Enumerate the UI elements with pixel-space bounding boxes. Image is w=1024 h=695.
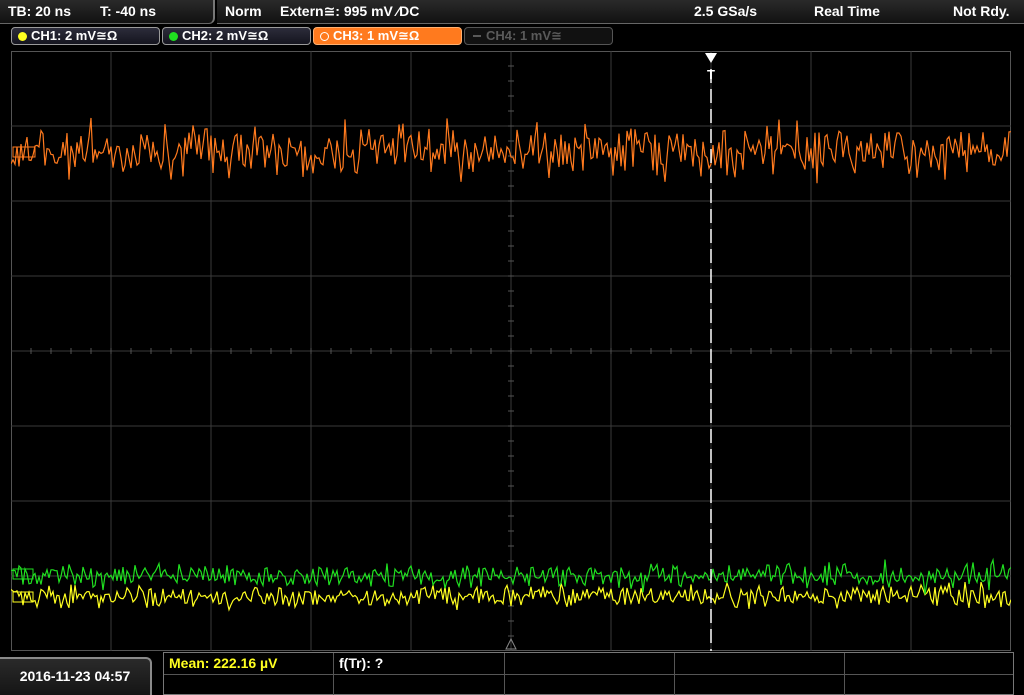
measurement-table[interactable]: Mean: 222.16 µV f(Tr): ? <box>163 652 1014 695</box>
trigger-status: Not Rdy. <box>953 3 1010 19</box>
trigger-marker-icon[interactable] <box>705 53 717 63</box>
sample-rate: 2.5 GSa/s <box>694 3 758 19</box>
ch3-dot-icon <box>320 32 329 41</box>
ch1-dot-icon <box>18 32 27 41</box>
ch2-label: CH2: 2 mV≅Ω <box>182 28 269 43</box>
tab-ch3[interactable]: CH3: 1 mV≅Ω <box>313 27 462 45</box>
ch4-label: CH4: 1 mV≅ <box>486 28 562 43</box>
measurement-slot-5[interactable] <box>845 653 1013 695</box>
trigger-source: Extern≅: 995 mV ⁄DC <box>280 3 420 19</box>
trigger-time-value: T: -40 ns <box>100 3 157 19</box>
ch4-off-icon <box>473 35 481 37</box>
measurement-freq[interactable]: f(Tr): ? <box>334 653 505 695</box>
tab-ch2[interactable]: CH2: 2 mV≅Ω <box>162 27 311 45</box>
waveform-layer: T <box>11 53 1011 651</box>
timebase-value: TB: 20 ns <box>8 3 72 19</box>
datetime-display: 2016-11-23 04:57 <box>0 657 152 695</box>
ch3-waveform <box>11 117 1011 184</box>
acquisition-mode: Real Time <box>814 3 880 19</box>
ch3-label: CH3: 1 mV≅Ω <box>333 28 420 43</box>
measurement-slot-3[interactable] <box>505 653 675 695</box>
status-bar: TB: 20 ns T: -40 ns Norm Extern≅: 995 mV… <box>0 0 1024 24</box>
trigger-t-icon: T <box>707 67 715 82</box>
ch2-dot-icon <box>169 32 178 41</box>
timebase-panel[interactable]: TB: 20 ns T: -40 ns <box>0 0 215 24</box>
measurement-slot-4[interactable] <box>675 653 845 695</box>
center-marker-icon <box>505 637 517 650</box>
tab-ch4[interactable]: CH4: 1 mV≅ <box>464 27 613 45</box>
trigger-mode: Norm <box>225 3 262 19</box>
measurement-mean[interactable]: Mean: 222.16 µV <box>164 653 334 695</box>
tab-ch1[interactable]: CH1: 2 mV≅Ω <box>11 27 160 45</box>
ch1-label: CH1: 2 mV≅Ω <box>31 28 118 43</box>
channel-bar: CH1: 2 mV≅Ω CH2: 2 mV≅Ω CH3: 1 mV≅Ω CH4:… <box>0 24 1024 50</box>
trigger-panel[interactable]: Norm Extern≅: 995 mV ⁄DC 2.5 GSa/s Real … <box>217 0 1024 24</box>
ch1-waveform <box>11 580 1011 612</box>
bottom-bar: 2016-11-23 04:57 Mean: 222.16 µV f(Tr): … <box>0 652 1024 695</box>
ch2-waveform <box>11 557 1011 595</box>
